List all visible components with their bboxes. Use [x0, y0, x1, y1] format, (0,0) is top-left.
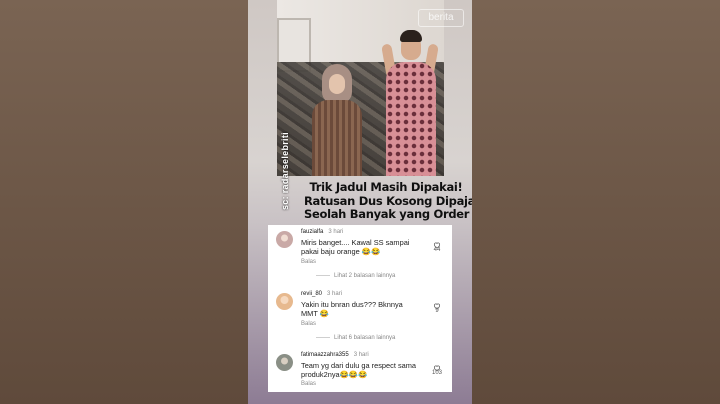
reply-button[interactable]: Balas [301, 381, 316, 387]
comment-time: 3 hari [328, 229, 344, 235]
heart-icon[interactable] [433, 236, 441, 249]
reply-button[interactable]: Balas [301, 321, 316, 327]
avatar[interactable] [276, 231, 293, 248]
like-count: 103 [431, 370, 442, 376]
man-figure [381, 30, 439, 176]
heart-icon[interactable] [433, 359, 441, 372]
comment-time: 3 hari [353, 352, 369, 358]
comment-text: Team yg dari dulu ga respect sama produk… [301, 361, 417, 380]
comment-username[interactable]: revii_80 3 hari [301, 291, 342, 297]
comment-time: 3 hari [327, 291, 343, 297]
headline-line: Trik Jadul Masih Dipakai! [309, 180, 463, 194]
comment-text: Yakin itu bnran dus??? Bknnya MMT 😂 [301, 300, 403, 319]
woman-figure [312, 64, 362, 176]
video-frame[interactable]: sc: radarselebriti berita Trik Jadul Mas… [248, 0, 472, 404]
view-more-replies[interactable]: Lihat 6 balasan lainnya [316, 335, 395, 341]
headline: Trik Jadul Masih Dipakai! Ratusan Dus Ko… [304, 180, 472, 222]
heart-icon[interactable] [433, 297, 441, 310]
view-more-replies[interactable]: Lihat 2 balasan lainnya [316, 273, 395, 279]
like-count: 44 [433, 247, 441, 253]
avatar[interactable] [276, 293, 293, 310]
right-blurred-background [472, 0, 720, 404]
headline-line: Ratusan Dus Kosong Dipajang [304, 193, 472, 208]
comments-panel: fauzialfa 3 hari Miris banget.... Kawal S… [268, 225, 452, 392]
channel-watermark: berita [418, 9, 464, 27]
source-credit: sc: radarselebriti [280, 132, 290, 210]
comment-username[interactable]: fauzialfa 3 hari [301, 229, 343, 235]
reply-button[interactable]: Balas [301, 259, 316, 265]
like-count: 9 [435, 308, 439, 314]
comment-text: Miris banget.... Kawal SS sampai pakai b… [301, 238, 410, 257]
left-blurred-background [0, 0, 248, 404]
comment-username[interactable]: fatimaazzahra355 3 hari [301, 352, 369, 358]
avatar[interactable] [276, 354, 293, 371]
headline-line: Seolah Banyak yang Order [304, 207, 470, 221]
